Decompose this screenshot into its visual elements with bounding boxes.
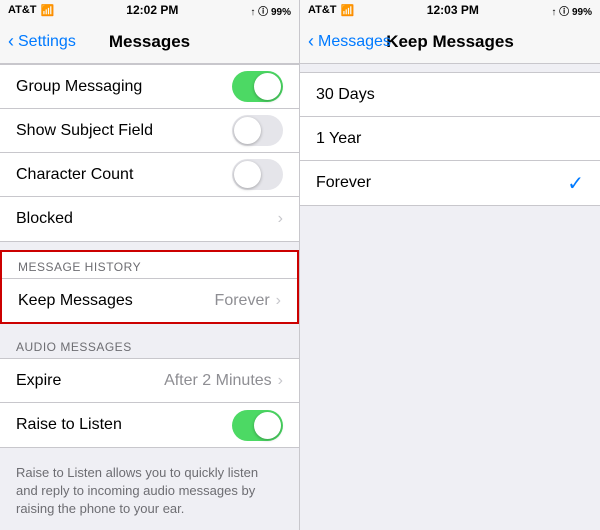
nav-title-right: Keep Messages <box>386 32 514 52</box>
status-bar-left: AT&T 📶 12:02 PM ↑ ⓘ 99% <box>0 0 299 20</box>
nav-bar-left: ‹ Settings Messages <box>0 20 299 64</box>
section-header-message-history: MESSAGE HISTORY <box>2 252 297 278</box>
status-left-right: AT&T 📶 <box>308 4 354 17</box>
toggle-show-subject[interactable] <box>232 115 283 146</box>
wifi-icon-right: 📶 <box>341 4 355 17</box>
nav-title-left: Messages <box>109 32 190 52</box>
status-right-left: ↑ ⓘ 99% <box>250 3 291 18</box>
section-main: Group Messaging Show Subject Field Chara… <box>0 64 299 242</box>
label-blocked: Blocked <box>16 210 73 228</box>
toggle-knob-group-messaging <box>254 73 281 100</box>
toggle-raise-to-listen[interactable] <box>232 410 283 441</box>
value-expire: After 2 Minutes <box>164 372 272 390</box>
status-right-right: ↑ ⓘ 99% <box>551 3 592 18</box>
options-list: 30 Days 1 Year Forever ✓ <box>300 72 600 206</box>
section-header-audio: AUDIO MESSAGES <box>0 332 299 358</box>
label-character-count: Character Count <box>16 166 133 184</box>
left-panel: AT&T 📶 12:02 PM ↑ ⓘ 99% ‹ Settings Messa… <box>0 0 300 530</box>
row-blocked[interactable]: Blocked › <box>0 197 299 241</box>
toggle-knob-raise-to-listen <box>254 412 281 439</box>
battery-left: ↑ ⓘ 99% <box>250 3 291 18</box>
battery-right: ↑ ⓘ 99% <box>551 3 592 18</box>
carrier-right: AT&T <box>308 4 337 16</box>
section-message-history: MESSAGE HISTORY Keep Messages Forever › <box>0 250 299 324</box>
label-expire: Expire <box>16 372 61 390</box>
time-right: 12:03 PM <box>427 3 479 17</box>
wifi-icon-left: 📶 <box>41 4 55 17</box>
settings-list: Group Messaging Show Subject Field Chara… <box>0 64 299 530</box>
check-forever: ✓ <box>567 171 584 196</box>
row-expire[interactable]: Expire After 2 Minutes › <box>0 359 299 403</box>
label-1-year: 1 Year <box>316 130 361 148</box>
back-arrow-right: ‹ <box>308 31 314 52</box>
section-audio-messages: AUDIO MESSAGES Expire After 2 Minutes › … <box>0 332 299 448</box>
back-button-right[interactable]: ‹ Messages <box>308 31 391 52</box>
toggle-knob-show-subject <box>234 117 261 144</box>
status-left: AT&T 📶 <box>8 4 54 17</box>
chevron-expire: › <box>278 372 283 390</box>
label-show-subject: Show Subject Field <box>16 122 153 140</box>
back-label-left: Settings <box>18 33 76 51</box>
label-forever: Forever <box>316 174 371 192</box>
back-arrow-left: ‹ <box>8 31 14 52</box>
label-30-days: 30 Days <box>316 86 375 104</box>
status-bar-right: AT&T 📶 12:03 PM ↑ ⓘ 99% <box>300 0 600 20</box>
option-forever[interactable]: Forever ✓ <box>300 161 600 205</box>
toggle-character-count[interactable] <box>232 159 283 190</box>
label-raise-to-listen: Raise to Listen <box>16 416 122 434</box>
keep-messages-right: Forever › <box>215 292 281 310</box>
nav-bar-right: ‹ Messages Keep Messages <box>300 20 600 64</box>
value-keep-messages: Forever <box>215 292 270 310</box>
option-30-days[interactable]: 30 Days <box>300 73 600 117</box>
toggle-knob-character-count <box>234 161 261 188</box>
back-button-left[interactable]: ‹ Settings <box>8 31 76 52</box>
section-audio-rows: Expire After 2 Minutes › Raise to Listen <box>0 358 299 448</box>
chevron-blocked: › <box>278 210 283 228</box>
label-keep-messages: Keep Messages <box>18 292 133 310</box>
right-panel: AT&T 📶 12:03 PM ↑ ⓘ 99% ‹ Messages Keep … <box>300 0 600 530</box>
row-show-subject[interactable]: Show Subject Field <box>0 109 299 153</box>
label-group-messaging: Group Messaging <box>16 78 142 96</box>
chevron-keep-messages: › <box>276 292 281 310</box>
expire-right: After 2 Minutes › <box>164 372 283 390</box>
option-1-year[interactable]: 1 Year <box>300 117 600 161</box>
carrier-left: AT&T <box>8 4 37 16</box>
footer-text: Raise to Listen allows you to quickly li… <box>0 456 299 527</box>
toggle-group-messaging[interactable] <box>232 71 283 102</box>
row-keep-messages[interactable]: Keep Messages Forever › <box>2 278 297 322</box>
row-character-count[interactable]: Character Count <box>0 153 299 197</box>
back-label-right: Messages <box>318 33 391 51</box>
time-left: 12:02 PM <box>126 3 178 17</box>
row-raise-to-listen[interactable]: Raise to Listen <box>0 403 299 447</box>
row-group-messaging[interactable]: Group Messaging <box>0 65 299 109</box>
